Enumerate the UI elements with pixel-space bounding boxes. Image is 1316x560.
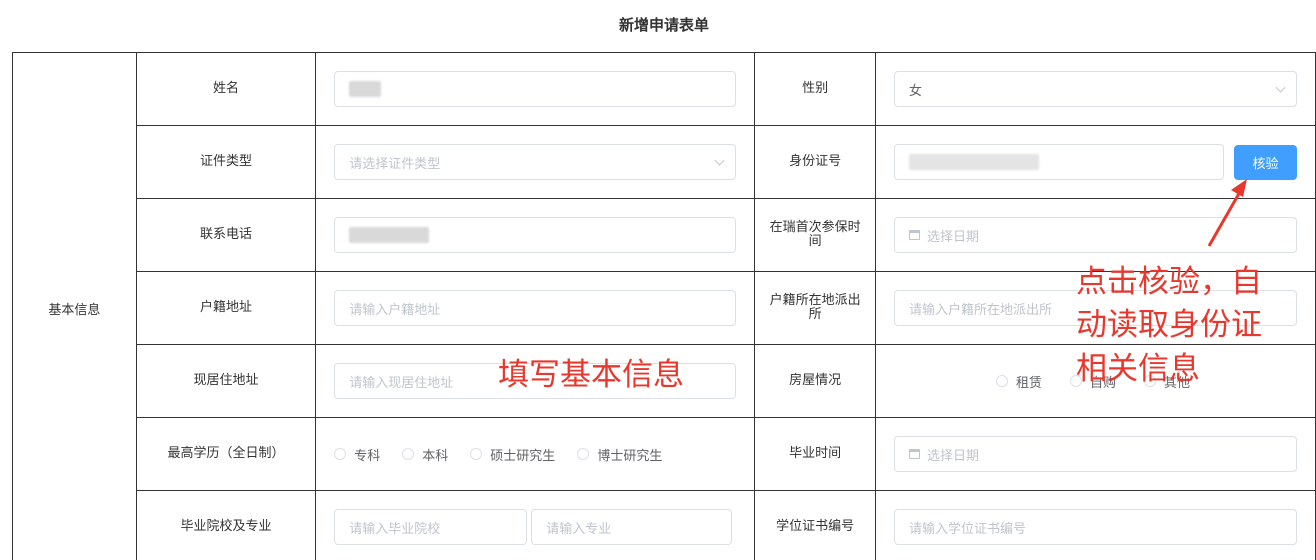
degree-cert-label: 学位证书编号 [754, 490, 876, 560]
education-option-master[interactable]: 硕士研究生 [470, 445, 555, 464]
hukou-police-placeholder: 请输入户籍所在地派出所 [908, 302, 1052, 318]
hukou-address-label: 户籍地址 [135, 271, 317, 345]
id-number-input[interactable] [893, 144, 1224, 180]
id-type-label: 证件类型 [135, 125, 317, 199]
radio-icon [402, 448, 415, 460]
graduation-time-label: 毕业时间 [754, 417, 876, 491]
phone-input[interactable] [334, 217, 737, 253]
graduation-date-picker[interactable]: 选择日期 [893, 436, 1297, 472]
radio-icon [995, 375, 1008, 387]
current-address-placeholder: 请输入现居住地址 [349, 375, 454, 391]
housing-option-rent[interactable]: 租赁 [995, 372, 1042, 391]
verify-button[interactable]: 核验 [1233, 144, 1297, 180]
annotation-verify-line-1: 点击核验，自 [1076, 264, 1262, 300]
education-option-doctor[interactable]: 博士研究生 [577, 445, 662, 464]
id-number-label: 身份证号 [754, 125, 876, 199]
group-label-basic-info: 基本信息 [12, 52, 137, 560]
phone-redacted-value [349, 227, 430, 243]
gender-select[interactable]: 女 [893, 71, 1297, 107]
school-input[interactable]: 请输入毕业院校 [334, 509, 528, 545]
major-placeholder: 请输入专业 [546, 521, 612, 537]
radio-icon [470, 448, 483, 460]
graduation-time-placeholder: 选择日期 [926, 448, 979, 464]
hukou-police-label: 户籍所在地派出所 [754, 271, 876, 345]
radio-icon [334, 448, 347, 460]
degree-cert-placeholder: 请输入学位证书编号 [908, 521, 1026, 537]
annotation-verify-line-2: 动读取身份证 [1076, 307, 1262, 343]
degree-cert-input[interactable]: 请输入学位证书编号 [893, 509, 1297, 545]
hukou-address-input[interactable]: 请输入户籍地址 [334, 290, 737, 326]
current-address-label: 现居住地址 [135, 344, 317, 418]
annotation-verify-line-3: 相关信息 [1076, 351, 1200, 387]
name-label: 姓名 [135, 52, 317, 126]
housing-label: 房屋情况 [754, 344, 876, 418]
form-title: 新增申请表单 [618, 16, 709, 34]
id-number-redacted-value [908, 154, 1039, 170]
chevron-down-icon [714, 155, 725, 166]
gender-value: 女 [908, 83, 922, 99]
first-insured-placeholder: 选择日期 [926, 229, 979, 245]
education-radio-group: 专科 本科 硕士研究生 博士研究生 [334, 445, 736, 464]
hukou-address-placeholder: 请输入户籍地址 [349, 302, 441, 318]
annotation-fill-basic-info: 填写基本信息 [498, 357, 684, 393]
first-insured-date-picker[interactable]: 选择日期 [893, 217, 1297, 253]
major-input[interactable]: 请输入专业 [531, 509, 733, 545]
school-placeholder: 请输入毕业院校 [349, 521, 441, 537]
first-insured-label: 在瑞首次参保时间 [754, 198, 876, 272]
name-redacted-value [349, 81, 382, 97]
school-label: 毕业院校及专业 [135, 490, 317, 560]
calendar-icon [908, 230, 920, 240]
chevron-down-icon [1275, 82, 1286, 93]
education-option-associate[interactable]: 专科 [334, 445, 380, 464]
calendar-icon [908, 449, 920, 459]
education-option-bachelor[interactable]: 本科 [402, 445, 448, 464]
phone-label: 联系电话 [135, 198, 317, 272]
education-label: 最高学历（全日制） [135, 417, 317, 491]
id-type-select[interactable]: 请选择证件类型 [334, 144, 737, 180]
name-input[interactable] [334, 71, 737, 107]
gender-label: 性别 [754, 52, 876, 126]
radio-icon [577, 448, 590, 460]
id-type-placeholder: 请选择证件类型 [349, 156, 441, 172]
